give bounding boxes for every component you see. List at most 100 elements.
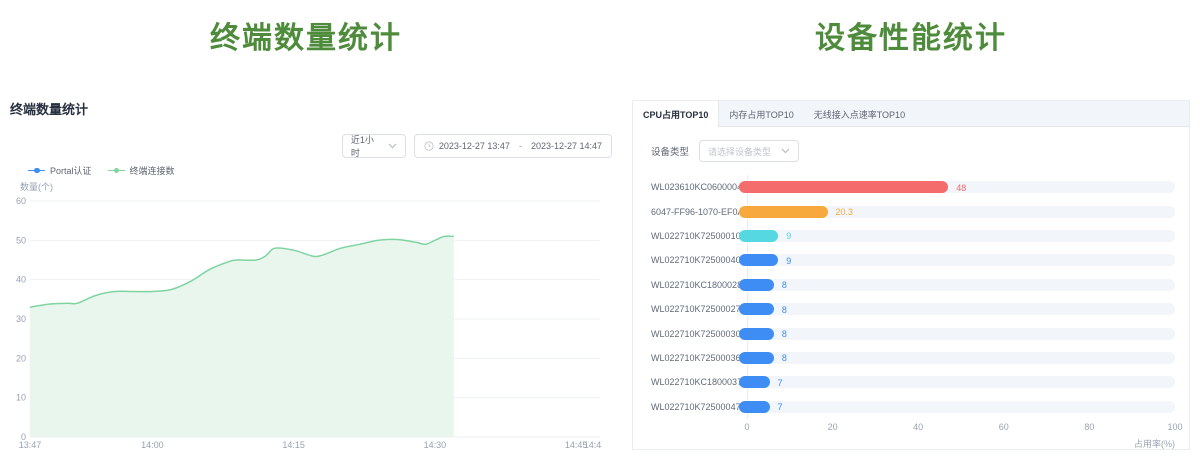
x-tick-label: 13:47 bbox=[19, 440, 42, 450]
bar-track: 8 bbox=[739, 328, 1175, 340]
bar-track: 20.3 bbox=[739, 206, 1175, 218]
bar-x-tick-label: 0 bbox=[744, 422, 749, 432]
device-type-label: 设备类型 bbox=[651, 144, 689, 158]
bar-track: 9 bbox=[739, 254, 1175, 266]
bar-x-tick-label: 60 bbox=[999, 422, 1009, 432]
bar-row: WL022710KC18000280 8 bbox=[651, 273, 1175, 297]
bar-x-tick-label: 100 bbox=[1167, 422, 1182, 432]
tab-cpu-top10[interactable]: CPU占用TOP10 bbox=[633, 101, 719, 127]
bar-value-label: 8 bbox=[782, 328, 787, 340]
legend-marker-icon bbox=[108, 167, 125, 174]
bar-value-label: 9 bbox=[786, 255, 791, 267]
device-name-label: WL022710K725000470 bbox=[651, 402, 739, 412]
device-performance-section: 设备性能统计 CPU占用TOP10内存占用TOP10无线接入点速率TOP10 设… bbox=[632, 0, 1190, 450]
bar-x-tick-label: 80 bbox=[1084, 422, 1094, 432]
date-range-end: 2023-12-27 14:47 bbox=[531, 141, 602, 151]
chevron-down-icon bbox=[388, 143, 397, 149]
terminal-panel-title: 终端数量统计 bbox=[10, 99, 612, 118]
y-tick-label: 60 bbox=[16, 196, 26, 206]
bar-value-label: 8 bbox=[782, 304, 787, 316]
tab-wireless-ap-rate-top10[interactable]: 无线接入点速率TOP10 bbox=[804, 101, 915, 127]
bar-fill bbox=[739, 401, 770, 413]
left-section-title: 终端数量统计 bbox=[0, 13, 612, 57]
device-name-label: WL022710K725000272 bbox=[651, 304, 739, 314]
bar-value-label: 7 bbox=[778, 401, 783, 413]
device-name-label: WL022710K725000409 bbox=[651, 255, 739, 265]
y-axis-label: 数量(个) bbox=[20, 182, 53, 192]
bar-fill bbox=[739, 230, 778, 242]
bar-value-label: 9 bbox=[786, 230, 791, 242]
x-tick-label: 14:15 bbox=[282, 440, 305, 450]
clock-icon bbox=[424, 141, 434, 151]
y-tick-label: 30 bbox=[16, 314, 26, 324]
legend-dot bbox=[34, 168, 40, 174]
bar-fill bbox=[739, 376, 770, 388]
bar-value-label: 48 bbox=[956, 182, 966, 194]
bar-x-tick-label: 40 bbox=[913, 422, 923, 432]
bar-row: WL022710K725000470 7 bbox=[651, 395, 1175, 419]
right-section-title: 设备性能统计 bbox=[632, 13, 1190, 57]
date-range-picker[interactable]: 2023-12-27 13:47 - 2023-12-27 14:47 bbox=[414, 134, 612, 158]
tab-memory-top10[interactable]: 内存占用TOP10 bbox=[719, 101, 803, 127]
device-type-placeholder: 请选择设备类型 bbox=[708, 145, 771, 158]
time-range-select[interactable]: 近1小时 bbox=[342, 134, 406, 158]
bar-fill bbox=[739, 181, 948, 193]
device-name-label: WL022710K725000307 bbox=[651, 329, 739, 339]
legend-item[interactable]: 终端连接数 bbox=[108, 164, 175, 177]
time-range-select-value: 近1小时 bbox=[351, 133, 382, 159]
x-tick-label: 14:30 bbox=[424, 440, 447, 450]
bar-track: 8 bbox=[739, 352, 1175, 364]
bar-row: WL022710K725000307 8 bbox=[651, 321, 1175, 345]
bar-row: WL023610KC06000043 48 bbox=[651, 175, 1175, 199]
y-tick-label: 50 bbox=[16, 235, 26, 245]
bar-track: 48 bbox=[739, 181, 1175, 193]
device-name-label: WL023610KC06000043 bbox=[651, 182, 739, 192]
bar-fill bbox=[739, 352, 774, 364]
bar-value-label: 20.3 bbox=[836, 206, 854, 218]
legend-marker-icon bbox=[28, 167, 45, 174]
x-tick-label: 14:47 bbox=[584, 440, 602, 450]
bar-track: 9 bbox=[739, 230, 1175, 242]
device-name-label: 6047-FF96-1070-EF0A bbox=[651, 207, 739, 217]
performance-tabs: CPU占用TOP10内存占用TOP10无线接入点速率TOP10 bbox=[633, 101, 1189, 127]
device-name-label: WL022710KC18000372 bbox=[651, 377, 739, 387]
bar-fill bbox=[739, 254, 778, 266]
bar-row: WL022710K725000272 8 bbox=[651, 297, 1175, 321]
bar-track: 7 bbox=[739, 401, 1175, 413]
device-name-label: WL022710K725000102 bbox=[651, 231, 739, 241]
legend-label: 终端连接数 bbox=[130, 164, 175, 177]
x-tick-label: 14:00 bbox=[141, 440, 164, 450]
bar-value-label: 8 bbox=[782, 279, 787, 291]
bar-track: 7 bbox=[739, 376, 1175, 388]
bar-fill bbox=[739, 279, 774, 291]
chevron-down-icon bbox=[781, 148, 790, 154]
bar-value-label: 8 bbox=[782, 352, 787, 364]
device-name-label: WL022710KC18000280 bbox=[651, 280, 739, 290]
bar-track: 8 bbox=[739, 303, 1175, 315]
legend-dot bbox=[114, 168, 120, 174]
device-type-select[interactable]: 请选择设备类型 bbox=[699, 140, 799, 162]
bar-row: WL022710K725000369 8 bbox=[651, 346, 1175, 370]
dashboard: 终端数量统计 终端数量统计 近1小时 2023-12-27 13:47 - 20… bbox=[0, 0, 1200, 456]
y-tick-label: 40 bbox=[16, 275, 26, 285]
bar-value-label: 7 bbox=[778, 377, 783, 389]
bar-fill bbox=[739, 328, 774, 340]
bar-row: 6047-FF96-1070-EF0A 20.3 bbox=[651, 199, 1175, 223]
legend-label: Portal认证 bbox=[50, 164, 92, 177]
device-type-filter: 设备类型 请选择设备类型 bbox=[651, 140, 1189, 162]
bar-x-axis: 020406080100 bbox=[747, 422, 1175, 435]
performance-card: CPU占用TOP10内存占用TOP10无线接入点速率TOP10 设备类型 请选择… bbox=[632, 100, 1190, 450]
date-range-start: 2023-12-27 13:47 bbox=[439, 141, 510, 151]
bar-x-axis-label: 占用率(%) bbox=[633, 437, 1175, 450]
chart-controls: 近1小时 2023-12-27 13:47 - 2023-12-27 14:47 bbox=[0, 134, 612, 158]
line-chart-legend: Portal认证 终端连接数 bbox=[28, 164, 612, 176]
date-range-separator: - bbox=[515, 141, 526, 151]
y-tick-label: 10 bbox=[16, 393, 26, 403]
bar-x-tick-label: 20 bbox=[828, 422, 838, 432]
legend-item[interactable]: Portal认证 bbox=[28, 164, 92, 177]
device-name-label: WL022710K725000369 bbox=[651, 353, 739, 363]
cpu-top10-chart: WL023610KC06000043 48 6047-FF96-1070-EF0A 2… bbox=[651, 175, 1175, 419]
series-area bbox=[30, 236, 454, 437]
y-tick-label: 20 bbox=[16, 353, 26, 363]
bar-fill bbox=[739, 303, 774, 315]
